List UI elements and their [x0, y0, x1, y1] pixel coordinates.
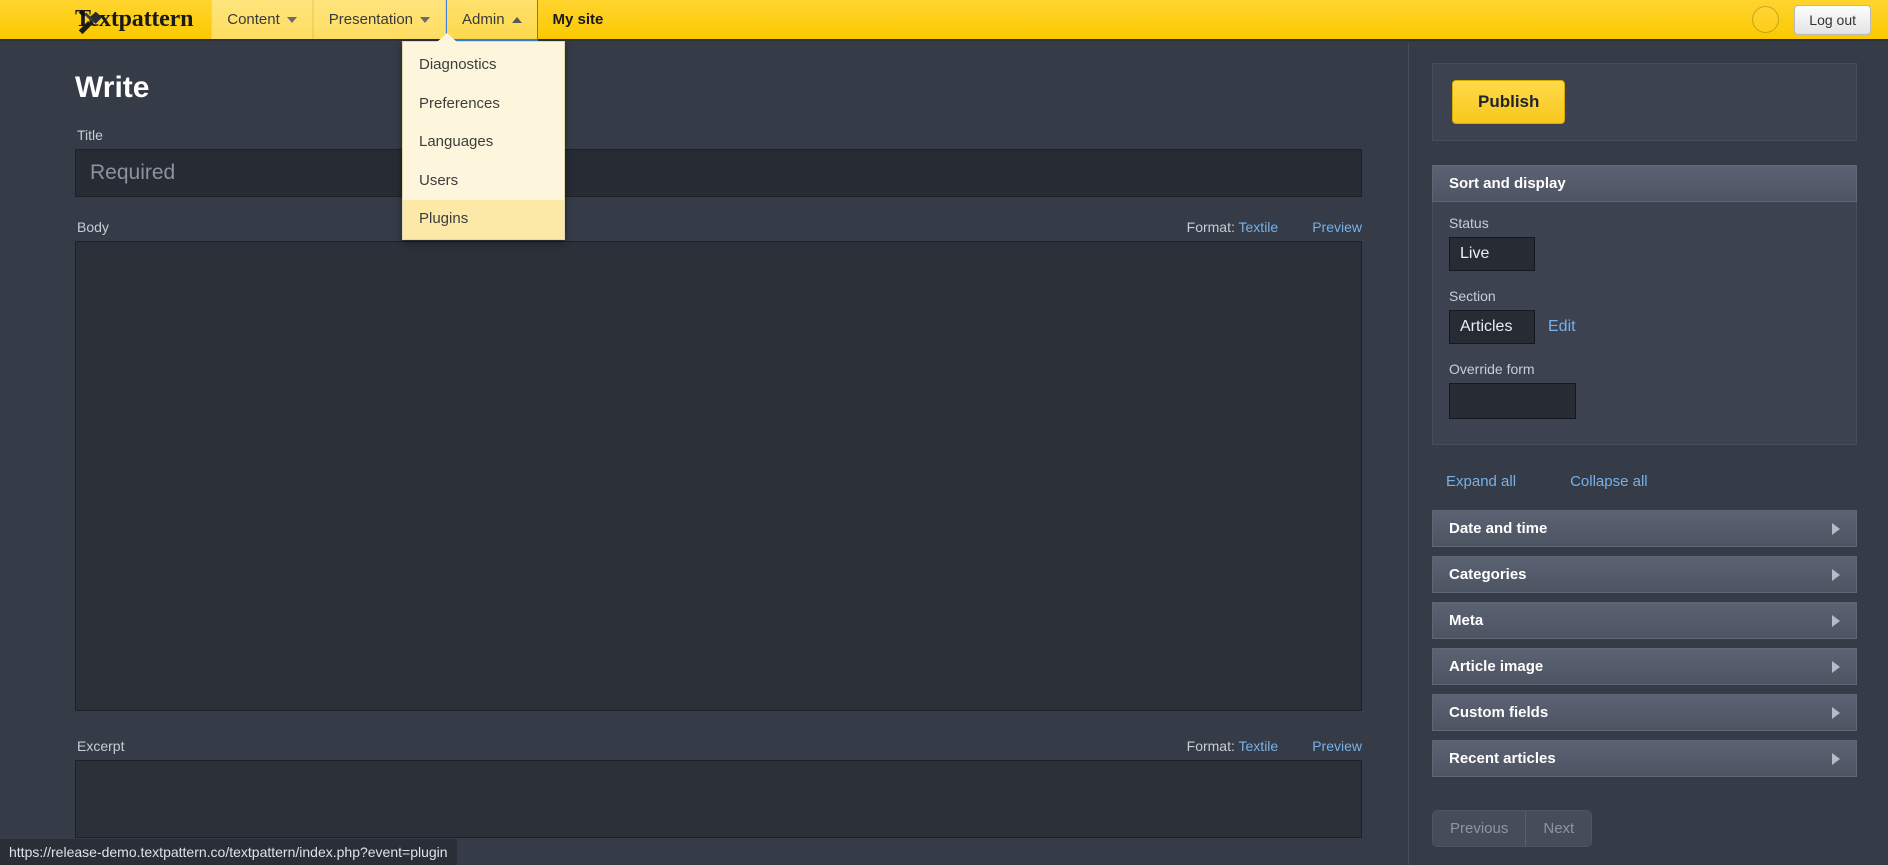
- excerpt-field-header: Excerpt Format: Textile Preview: [75, 738, 1362, 754]
- chevron-right-icon: [1832, 706, 1840, 719]
- chevron-right-icon: [1832, 568, 1840, 581]
- section-label: Section: [1449, 288, 1496, 304]
- accordion-recent-articles-header[interactable]: Recent articles: [1432, 740, 1857, 777]
- accordion-article-image-title: Article image: [1449, 658, 1544, 675]
- body-textarea[interactable]: [75, 241, 1362, 711]
- chevron-up-icon: [511, 16, 522, 23]
- excerpt-format-value[interactable]: Textile: [1239, 738, 1279, 754]
- excerpt-format-group: Format: Textile: [1187, 738, 1279, 754]
- menu-item-diagnostics[interactable]: Diagnostics: [403, 46, 564, 85]
- write-form-column: Write Title Body Format: Textile Preview…: [0, 43, 1408, 865]
- accordion-article-image: Article image: [1432, 648, 1857, 685]
- accordion-meta-title: Meta: [1449, 612, 1484, 629]
- chevron-down-icon: [286, 16, 297, 23]
- accordion-recent-articles: Recent articles: [1432, 740, 1857, 777]
- brand-title[interactable]: Textpattern: [0, 0, 211, 39]
- body-format-value[interactable]: Textile: [1239, 219, 1279, 235]
- excerpt-format-prefix: Format:: [1186, 738, 1235, 754]
- nav-item-presentation-label: Presentation: [328, 11, 414, 28]
- sidebar-column: Publish Sort and display Status Live Sec…: [1408, 43, 1888, 865]
- avatar[interactable]: [1752, 6, 1780, 33]
- status-bar-url: https://release-demo.textpattern.co/text…: [0, 839, 457, 865]
- sort-and-display-panel: Sort and display Status Live Section Art…: [1432, 165, 1857, 445]
- excerpt-field-tools: Format: Textile Preview: [1187, 738, 1362, 754]
- page-body: Write Title Body Format: Textile Preview…: [0, 43, 1888, 865]
- menu-item-languages[interactable]: Languages: [403, 123, 564, 162]
- nav-item-admin-label: Admin: [462, 11, 505, 28]
- nav-item-my-site-label: My site: [552, 11, 604, 28]
- accordion-custom-fields-header[interactable]: Custom fields: [1432, 694, 1857, 731]
- navbar-right-group: Log out: [1752, 0, 1888, 39]
- section-edit-link[interactable]: Edit: [1548, 318, 1576, 336]
- accordion-date-and-time-title: Date and time: [1449, 520, 1548, 537]
- excerpt-label: Excerpt: [77, 738, 125, 754]
- sort-and-display-body: Status Live Section Articles Edit Overri…: [1432, 202, 1857, 445]
- sort-and-display-title: Sort and display: [1449, 175, 1566, 192]
- publish-panel: Publish: [1432, 63, 1857, 141]
- accordion-recent-articles-title: Recent articles: [1449, 750, 1556, 767]
- nav-item-content[interactable]: Content: [211, 0, 313, 39]
- nav-item-admin[interactable]: Admin: [446, 0, 538, 41]
- nav-item-presentation[interactable]: Presentation: [312, 0, 447, 39]
- accordion-categories: Categories: [1432, 556, 1857, 593]
- nav-item-content-label: Content: [227, 11, 280, 28]
- nav-item-my-site[interactable]: My site: [538, 0, 619, 39]
- pager: Previous Next: [1432, 810, 1593, 847]
- section-row: Articles Edit: [1449, 310, 1840, 344]
- chevron-right-icon: [1832, 614, 1840, 627]
- accordion-categories-header[interactable]: Categories: [1432, 556, 1857, 593]
- expand-all-link[interactable]: Expand all: [1446, 473, 1516, 490]
- page-title: Write: [75, 71, 150, 104]
- accordion-custom-fields: Custom fields: [1432, 694, 1857, 731]
- menu-item-plugins[interactable]: Plugins: [403, 200, 564, 239]
- excerpt-textarea[interactable]: [75, 760, 1362, 838]
- admin-dropdown-menu: Diagnostics Preferences Languages Users …: [402, 33, 565, 240]
- section-select[interactable]: Articles: [1449, 310, 1535, 344]
- accordion-article-image-header[interactable]: Article image: [1432, 648, 1857, 685]
- override-form-select[interactable]: [1449, 383, 1576, 419]
- menu-item-preferences[interactable]: Preferences: [403, 85, 564, 124]
- body-format-prefix: Format:: [1186, 219, 1235, 235]
- logout-button[interactable]: Log out: [1794, 4, 1871, 35]
- title-label: Title: [77, 127, 103, 143]
- hammer-brush-icon: [78, 9, 103, 35]
- accordion-meta-header[interactable]: Meta: [1432, 602, 1857, 639]
- chevron-right-icon: [1832, 660, 1840, 673]
- accordion-list: Date and time Categories Meta Article im…: [1432, 510, 1857, 777]
- pager-next-button[interactable]: Next: [1525, 811, 1592, 846]
- sort-and-display-header[interactable]: Sort and display: [1432, 165, 1857, 202]
- status-select[interactable]: Live: [1449, 237, 1535, 271]
- accordion-date-and-time: Date and time: [1432, 510, 1857, 547]
- excerpt-preview-link[interactable]: Preview: [1312, 738, 1362, 754]
- override-form-group: Override form: [1449, 361, 1840, 424]
- section-group: Section Articles Edit: [1449, 288, 1840, 344]
- body-format-group: Format: Textile: [1187, 219, 1279, 235]
- accordion-custom-fields-title: Custom fields: [1449, 704, 1549, 721]
- title-input[interactable]: [75, 149, 1362, 197]
- chevron-down-icon: [420, 16, 431, 23]
- accordion-date-and-time-header[interactable]: Date and time: [1432, 510, 1857, 547]
- top-navbar: Textpattern Content Presentation Admin M…: [0, 0, 1888, 41]
- override-form-label: Override form: [1449, 361, 1535, 377]
- chevron-right-icon: [1832, 752, 1840, 765]
- menu-item-users[interactable]: Users: [403, 162, 564, 201]
- pager-previous-button[interactable]: Previous: [1433, 811, 1526, 846]
- collapse-all-link[interactable]: Collapse all: [1570, 473, 1648, 490]
- body-preview-link[interactable]: Preview: [1312, 219, 1362, 235]
- publish-button[interactable]: Publish: [1452, 80, 1566, 124]
- body-label: Body: [77, 219, 109, 235]
- dropdown-pointer-icon: [437, 33, 457, 42]
- accordion-categories-title: Categories: [1449, 566, 1527, 583]
- chevron-right-icon: [1832, 522, 1840, 535]
- expand-collapse-row: Expand all Collapse all: [1432, 445, 1857, 510]
- accordion-meta: Meta: [1432, 602, 1857, 639]
- body-field-tools: Format: Textile Preview: [1187, 219, 1362, 235]
- body-field-header: Body Format: Textile Preview: [75, 219, 1362, 235]
- status-label: Status: [1449, 215, 1489, 231]
